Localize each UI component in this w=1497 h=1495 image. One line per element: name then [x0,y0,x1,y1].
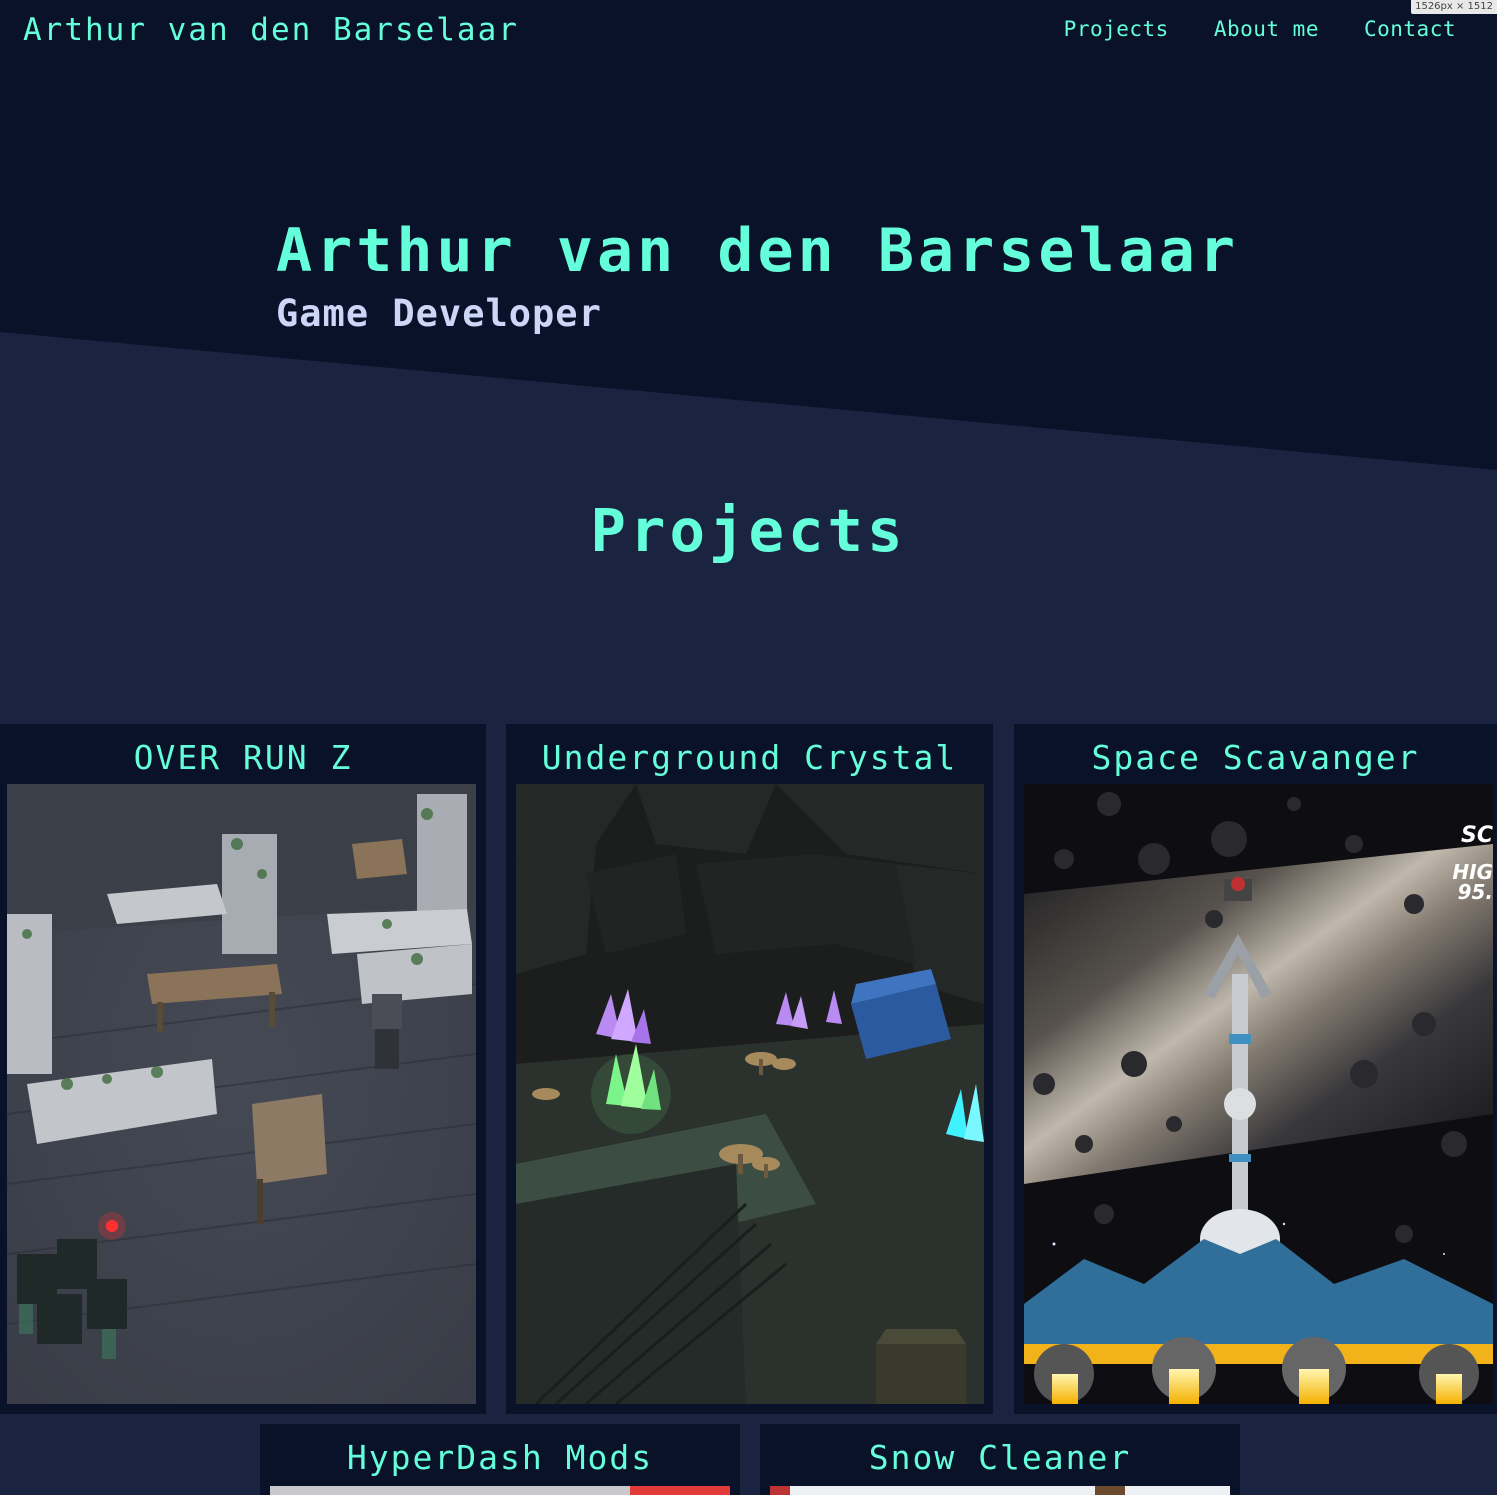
project-title: OVER RUN Z [133,738,353,777]
project-title: Snow Cleaner [868,1438,1132,1477]
viewport-size-badge: 1526px × 1512 [1411,0,1497,14]
project-card-snow-cleaner[interactable]: Snow Cleaner [760,1424,1240,1495]
project-title: HyperDash Mods [346,1438,654,1477]
zombie-ruins-scene-image[interactable] [7,784,476,1404]
project-card-underground-crystal[interactable]: Underground Crystal [506,724,993,1414]
site-logo[interactable]: Arthur van den Barselaar [23,12,519,48]
nav-link-projects[interactable]: Projects [1064,17,1169,41]
snow-cleaner-thumbnail-image[interactable] [770,1486,1230,1495]
spaceship-asteroids-scene-image[interactable]: SC HIG 95. [1024,784,1493,1404]
project-card-hyperdash-mods[interactable]: HyperDash Mods [260,1424,740,1495]
nav-link-contact[interactable]: Contact [1364,17,1456,41]
hero-subtitle: Game Developer [276,292,602,335]
nav-link-about[interactable]: About me [1214,17,1319,41]
project-card-over-run-z[interactable]: OVER RUN Z [0,724,486,1414]
hyperdash-thumbnail-image[interactable] [270,1486,730,1495]
projects-heading: Projects [590,496,907,565]
crystal-cave-scene-image[interactable] [516,784,984,1404]
project-card-space-scavanger[interactable]: Space Scavanger SC HIG 95. [1014,724,1497,1414]
project-title: Space Scavanger [1091,738,1420,777]
score-overlay-label: SC [1461,823,1493,848]
portfolio-page: 1526px × 1512 Arthur van den Barselaar P… [0,0,1497,1495]
main-nav: Projects About me Contact [1064,17,1456,41]
project-title: Underground Crystal [541,738,958,777]
highscore-overlay-value: 95. [1458,880,1493,904]
hero-title: Arthur van den Barselaar [276,216,1239,286]
